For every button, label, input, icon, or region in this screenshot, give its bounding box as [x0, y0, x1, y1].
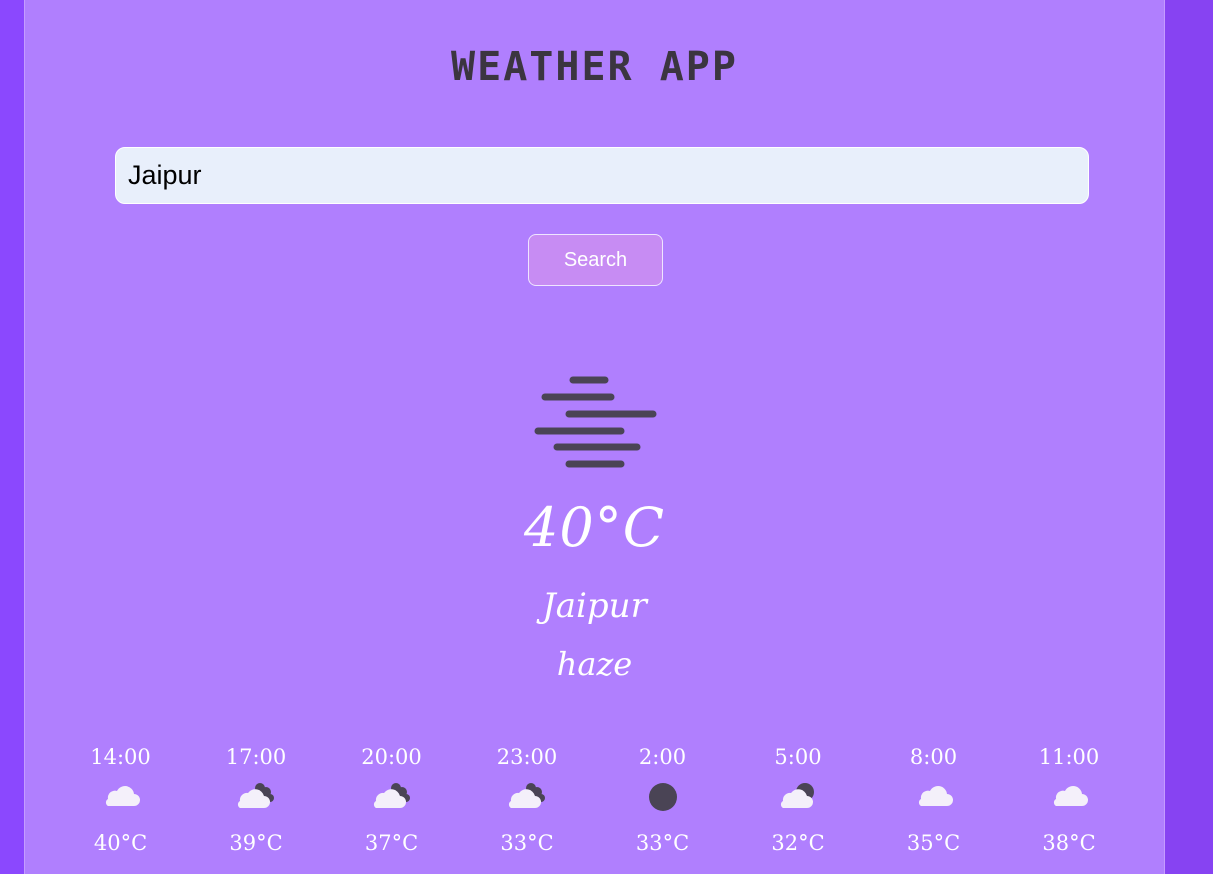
forecast-temperature: 40°C	[93, 831, 148, 855]
forecast-time: 11:00	[1038, 745, 1100, 769]
weather-app-panel: WEATHER APP Search 40°C Jaipur haze 14:0…	[24, 0, 1165, 874]
moon-icon	[595, 772, 730, 828]
current-city: Jaipur	[542, 586, 647, 626]
cloud-icon	[866, 772, 1001, 828]
forecast-item: 23:00 33°C	[460, 742, 595, 858]
cloud-night-icon	[324, 772, 459, 828]
forecast-item: 2:00 33°C	[595, 742, 730, 858]
page-edge	[1165, 0, 1213, 874]
forecast-temperature: 37°C	[364, 831, 419, 855]
cloud-moon-icon	[731, 772, 866, 828]
forecast-temperature: 39°C	[229, 831, 283, 855]
forecast-temperature: 38°C	[1042, 831, 1096, 855]
cloud-icon	[53, 772, 188, 828]
forecast-item: 14:00 40°C	[53, 742, 188, 858]
forecast-time: 8:00	[909, 745, 958, 769]
forecast-time: 2:00	[638, 745, 687, 769]
current-temperature: 40°C	[523, 496, 666, 559]
city-search-input[interactable]	[115, 147, 1089, 204]
cloud-night-icon	[460, 772, 595, 828]
forecast-item: 5:00 32°C	[731, 742, 866, 858]
forecast-item: 20:00 37°C	[324, 742, 459, 858]
forecast-temperature: 35°C	[906, 831, 961, 855]
haze-icon	[533, 372, 659, 472]
cloud-night-icon	[189, 772, 324, 828]
forecast-temperature: 33°C	[635, 831, 690, 855]
current-condition: haze	[556, 645, 633, 683]
app-title: WEATHER APP	[451, 44, 738, 90]
cloud-icon	[1002, 772, 1137, 828]
forecast-item: 11:00 38°C	[1002, 742, 1137, 858]
forecast-item: 17:00 39°C	[189, 742, 324, 858]
forecast-temperature: 32°C	[771, 831, 825, 855]
forecast-time: 17:00	[225, 745, 287, 769]
search-button[interactable]: Search	[528, 234, 663, 286]
forecast-item: 8:00 35°C	[866, 742, 1001, 858]
forecast-time: 20:00	[361, 745, 422, 769]
hourly-forecast: 14:00 40°C 17:00 39°C 20:00 37°C 23:00 33°C 2:00…	[53, 742, 1135, 862]
forecast-time: 14:00	[90, 745, 151, 769]
forecast-temperature: 33°C	[500, 831, 554, 855]
forecast-time: 23:00	[496, 745, 558, 769]
forecast-time: 5:00	[774, 745, 822, 769]
